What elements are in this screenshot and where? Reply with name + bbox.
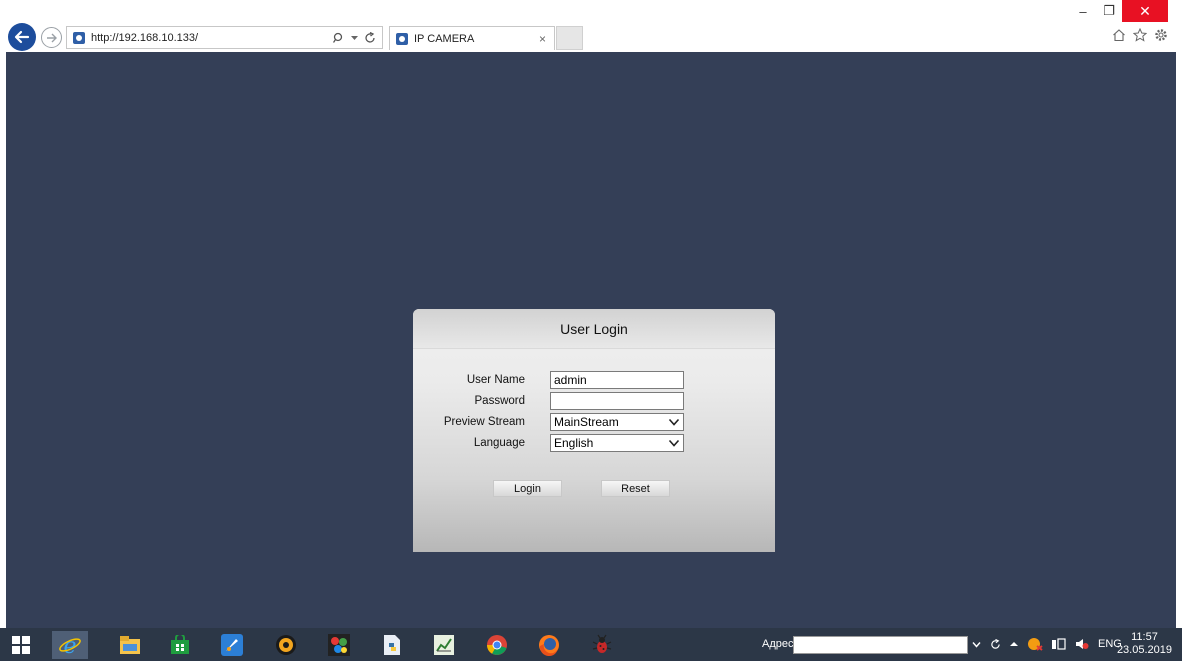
clock-date: 23.05.2019 bbox=[1116, 644, 1172, 656]
settings-gear-icon[interactable] bbox=[1154, 28, 1168, 42]
taskbar-bug-app[interactable] bbox=[584, 631, 620, 659]
login-title: User Login bbox=[560, 320, 628, 337]
browser-chrome: – ❐ ✕ http://192.168.10.133/ IP CAMERA × bbox=[0, 0, 1182, 52]
login-header: User Login bbox=[413, 309, 775, 349]
stream-select[interactable]: MainStream bbox=[550, 413, 684, 431]
system-tray: ENG bbox=[972, 637, 1122, 651]
dropdown-arrow-icon[interactable] bbox=[351, 35, 358, 41]
refresh-icon[interactable] bbox=[990, 638, 1001, 650]
taskbar-chart-app[interactable] bbox=[426, 631, 462, 659]
camera-favicon-icon bbox=[73, 31, 85, 44]
chevron-up-icon[interactable] bbox=[1010, 641, 1018, 647]
tab-title: IP CAMERA bbox=[414, 32, 475, 45]
back-button[interactable] bbox=[8, 23, 36, 51]
taskbar-internet-explorer[interactable]: e bbox=[52, 631, 88, 659]
stream-value: MainStream bbox=[554, 415, 619, 429]
minimize-button[interactable]: – bbox=[1070, 0, 1096, 22]
username-input[interactable]: admin bbox=[550, 371, 684, 389]
refresh-icon[interactable] bbox=[364, 31, 376, 44]
browser-toolbar-right bbox=[1112, 28, 1168, 42]
camera-favicon-icon bbox=[396, 32, 408, 45]
address-tools bbox=[333, 31, 382, 44]
username-value: admin bbox=[554, 373, 587, 387]
rocket-app-icon bbox=[221, 634, 243, 656]
page-content: User Login User Name admin Password Prev… bbox=[6, 52, 1176, 628]
language-value: English bbox=[554, 436, 594, 450]
close-button[interactable]: ✕ bbox=[1122, 0, 1168, 22]
window-controls: – ❐ ✕ bbox=[1070, 0, 1168, 22]
file-explorer-icon bbox=[120, 636, 140, 654]
taskbar-store[interactable] bbox=[162, 631, 198, 659]
paint-app-icon bbox=[328, 634, 350, 656]
svg-text:e: e bbox=[63, 634, 76, 657]
taskbar-address-input[interactable] bbox=[793, 636, 968, 654]
volume-icon[interactable] bbox=[1075, 638, 1089, 650]
language-select[interactable]: English bbox=[550, 434, 684, 452]
taskbar-chrome[interactable] bbox=[479, 631, 515, 659]
battery-icon[interactable] bbox=[1052, 638, 1066, 650]
search-icon[interactable] bbox=[333, 32, 345, 44]
security-shield-icon[interactable] bbox=[1027, 637, 1043, 651]
home-icon[interactable] bbox=[1112, 28, 1126, 42]
favorites-star-icon[interactable] bbox=[1133, 28, 1147, 42]
username-label: User Name bbox=[466, 374, 525, 386]
store-icon bbox=[171, 635, 189, 654]
password-input[interactable] bbox=[550, 392, 684, 410]
password-label: Password bbox=[474, 395, 526, 407]
back-arrow-icon bbox=[14, 30, 30, 44]
stream-label: Preview Stream bbox=[443, 416, 525, 428]
username-row: User Name admin bbox=[413, 370, 775, 390]
bug-app-icon bbox=[592, 634, 612, 653]
chevron-down-icon bbox=[668, 439, 680, 447]
password-row: Password bbox=[413, 391, 775, 411]
forward-button[interactable] bbox=[41, 27, 62, 48]
taskbar-firefox[interactable] bbox=[531, 631, 567, 659]
chart-app-icon bbox=[434, 635, 454, 655]
clock-time: 11:57 bbox=[1131, 631, 1158, 643]
restore-button[interactable]: ❐ bbox=[1096, 0, 1122, 22]
taskbar-address-label: Адрес bbox=[762, 638, 794, 650]
forward-arrow-icon bbox=[46, 33, 57, 42]
taskbar-rocket-app[interactable] bbox=[214, 631, 250, 659]
language-row: Language English bbox=[413, 433, 775, 453]
chrome-icon bbox=[487, 635, 507, 655]
taskbar-media-player[interactable] bbox=[268, 631, 304, 659]
chevron-down-icon[interactable] bbox=[972, 641, 981, 648]
reset-button[interactable]: Reset bbox=[601, 480, 670, 497]
stream-row: Preview Stream MainStream bbox=[413, 412, 775, 432]
address-bar[interactable]: http://192.168.10.133/ bbox=[66, 26, 383, 49]
login-panel: User Login User Name admin Password Prev… bbox=[413, 309, 775, 552]
chevron-down-icon bbox=[668, 418, 680, 426]
login-button[interactable]: Login bbox=[493, 480, 562, 497]
media-player-icon bbox=[276, 635, 296, 655]
taskbar: e Адрес ENG 11:57 23.05.2019 bbox=[0, 628, 1182, 661]
taskbar-python-app[interactable] bbox=[374, 631, 410, 659]
firefox-icon bbox=[539, 635, 559, 656]
new-tab-button[interactable] bbox=[556, 26, 583, 50]
tab-close-icon[interactable]: × bbox=[539, 32, 554, 46]
python-app-icon bbox=[384, 635, 400, 655]
taskbar-paint-app[interactable] bbox=[321, 631, 357, 659]
tab-ip-camera[interactable]: IP CAMERA × bbox=[389, 26, 555, 50]
taskbar-file-explorer[interactable] bbox=[112, 631, 148, 659]
windows-start-icon[interactable] bbox=[12, 636, 30, 654]
language-label: Language bbox=[473, 437, 525, 449]
url-text[interactable]: http://192.168.10.133/ bbox=[91, 32, 333, 44]
system-clock[interactable]: 11:57 23.05.2019 bbox=[1117, 631, 1172, 657]
internet-explorer-icon: e bbox=[59, 634, 81, 657]
